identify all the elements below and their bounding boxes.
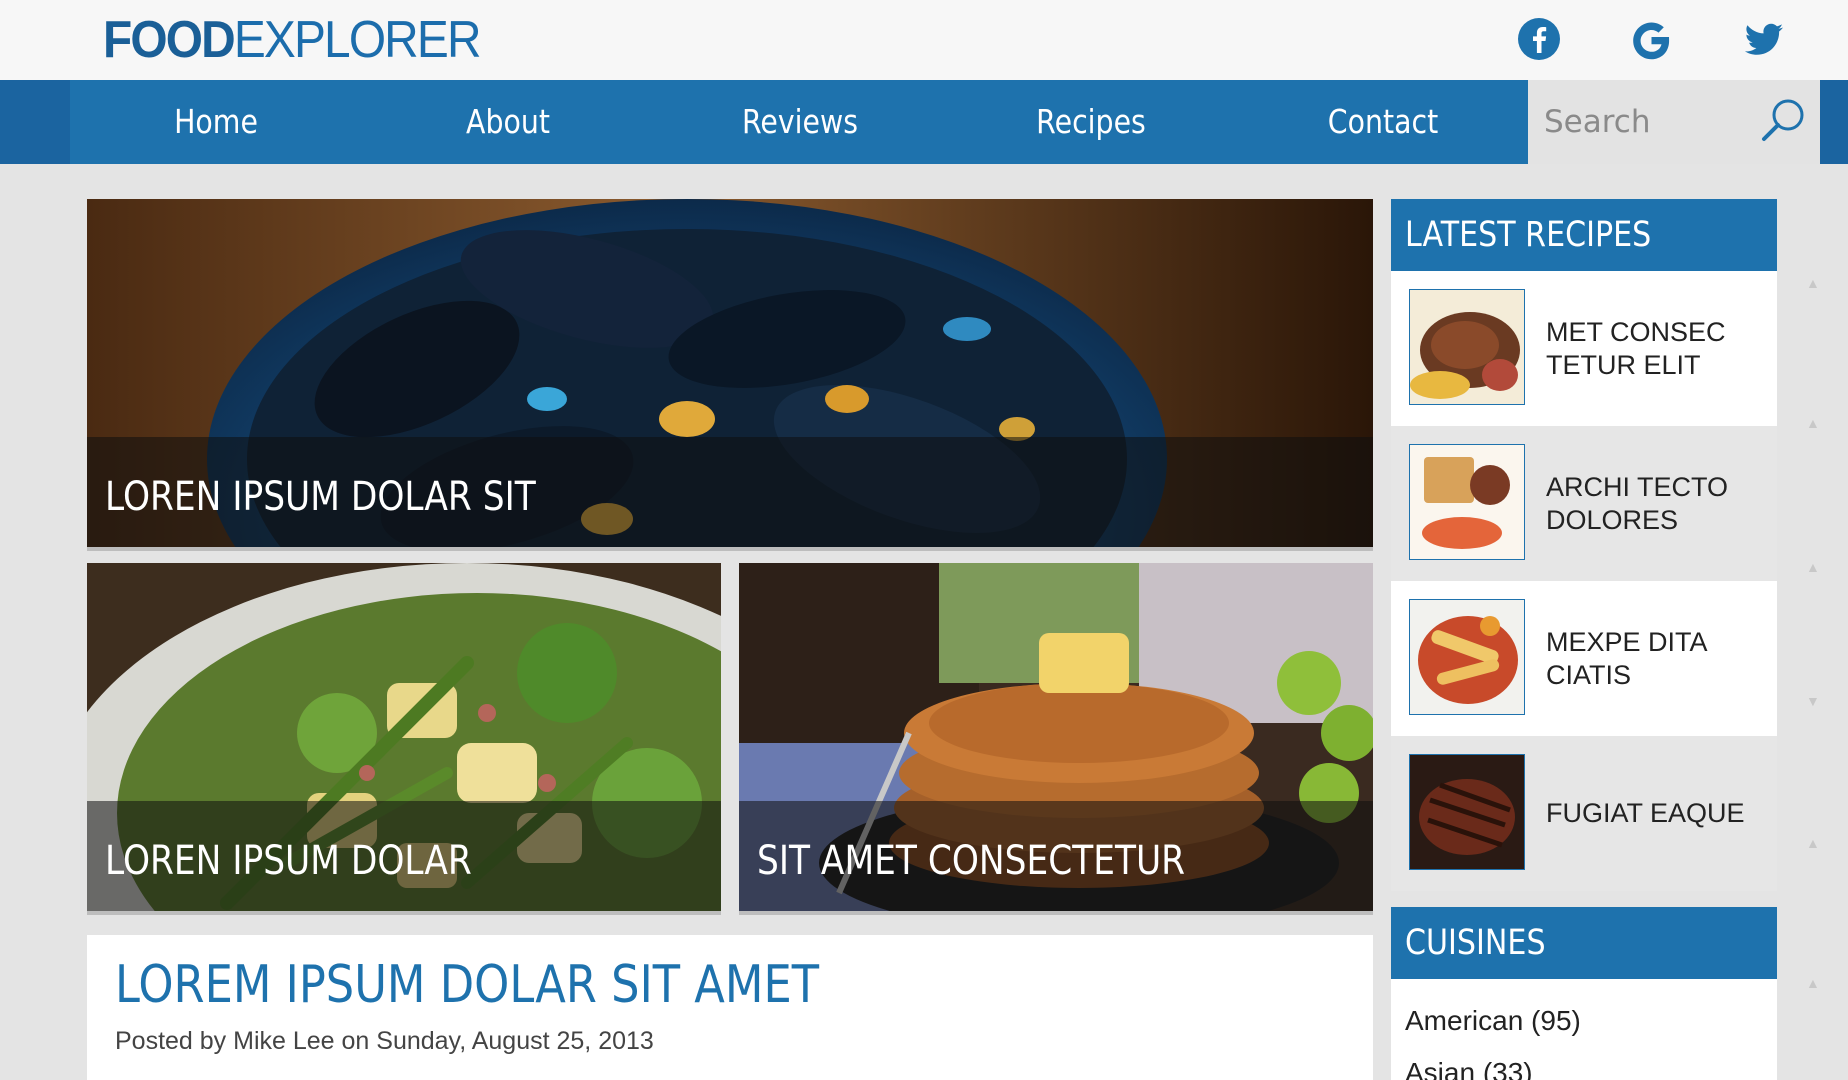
nav-contact[interactable]: Contact [1257,80,1508,164]
nav-edge-left [0,80,70,164]
hero-right-caption[interactable]: SIT AMET CONSECTETUR [757,839,1185,883]
hero-right-tile[interactable]: SIT AMET CONSECTETUR [739,563,1373,915]
google-icon[interactable] [1628,16,1674,62]
recipe-thumbnail [1409,754,1525,870]
nav-about[interactable]: About [382,80,633,164]
decor-marker: ▲ [1806,559,1820,575]
nav-edge-right [1820,80,1848,164]
top-bar: FOODEXPLORER [0,0,1848,80]
recipe-thumbnail [1409,444,1525,560]
hero-main-caption[interactable]: LOREN IPSUM DOLAR SIT [105,475,536,519]
decor-marker: ▲ [1806,975,1820,991]
recipe-item[interactable]: MET CONSEC TETUR ELIT [1391,271,1777,426]
recipe-item[interactable]: FUGIAT EAQUE [1391,736,1777,891]
facebook-icon[interactable] [1516,16,1562,62]
nav-recipes[interactable]: Recipes [965,80,1216,164]
recipe-thumbnail [1409,289,1525,405]
site-logo[interactable]: FOODEXPLORER [103,14,482,66]
post-meta: Posted by Mike Lee on Sunday, August 25,… [115,1027,654,1055]
decor-marker: ▲ [1806,835,1820,851]
recipe-item[interactable]: ARCHI TECTO DOLORES [1391,426,1777,581]
recipe-title: ARCHI TECTO DOLORES [1546,471,1729,535]
post-article: LOREM IPSUM DOLAR SIT AMET Posted by Mik… [87,935,1373,1080]
search-icon[interactable] [1756,94,1810,148]
search-box [1528,80,1820,164]
recipe-title: FUGIAT EAQUE [1546,798,1745,828]
search-input[interactable] [1544,98,1754,146]
recipe-title: MET CONSEC TETUR ELIT [1546,316,1726,380]
decor-marker: ▲ [1806,415,1820,431]
decor-marker: ▲ [1806,275,1820,291]
decor-marker: ▼ [1806,693,1820,709]
cuisine-link[interactable]: Asian (33) [1405,1057,1533,1080]
hero-left-caption[interactable]: LOREN IPSUM DOLAR [105,839,472,883]
hero-left-tile[interactable]: LOREN IPSUM DOLAR [87,563,721,915]
cuisines-list: American (95) Asian (33) [1391,979,1777,1080]
recipe-item[interactable]: MEXPE DITA CIATIS [1391,581,1777,736]
nav-reviews[interactable]: Reviews [674,80,925,164]
cuisines-header: CUISINES [1391,907,1777,979]
latest-recipes-header: LATEST RECIPES [1391,199,1777,271]
recipe-title: MEXPE DITA CIATIS [1546,626,1708,690]
twitter-icon[interactable] [1741,16,1787,62]
post-title[interactable]: LOREM IPSUM DOLAR SIT AMET [115,955,819,1015]
cuisines-title: CUISINES [1405,923,1546,963]
latest-recipes-title: LATEST RECIPES [1405,215,1652,255]
nav-home[interactable]: Home [90,80,341,164]
cuisine-link[interactable]: American (95) [1405,1005,1581,1037]
hero-main-tile[interactable]: LOREN IPSUM DOLAR SIT [87,199,1373,551]
recipe-thumbnail [1409,599,1525,715]
